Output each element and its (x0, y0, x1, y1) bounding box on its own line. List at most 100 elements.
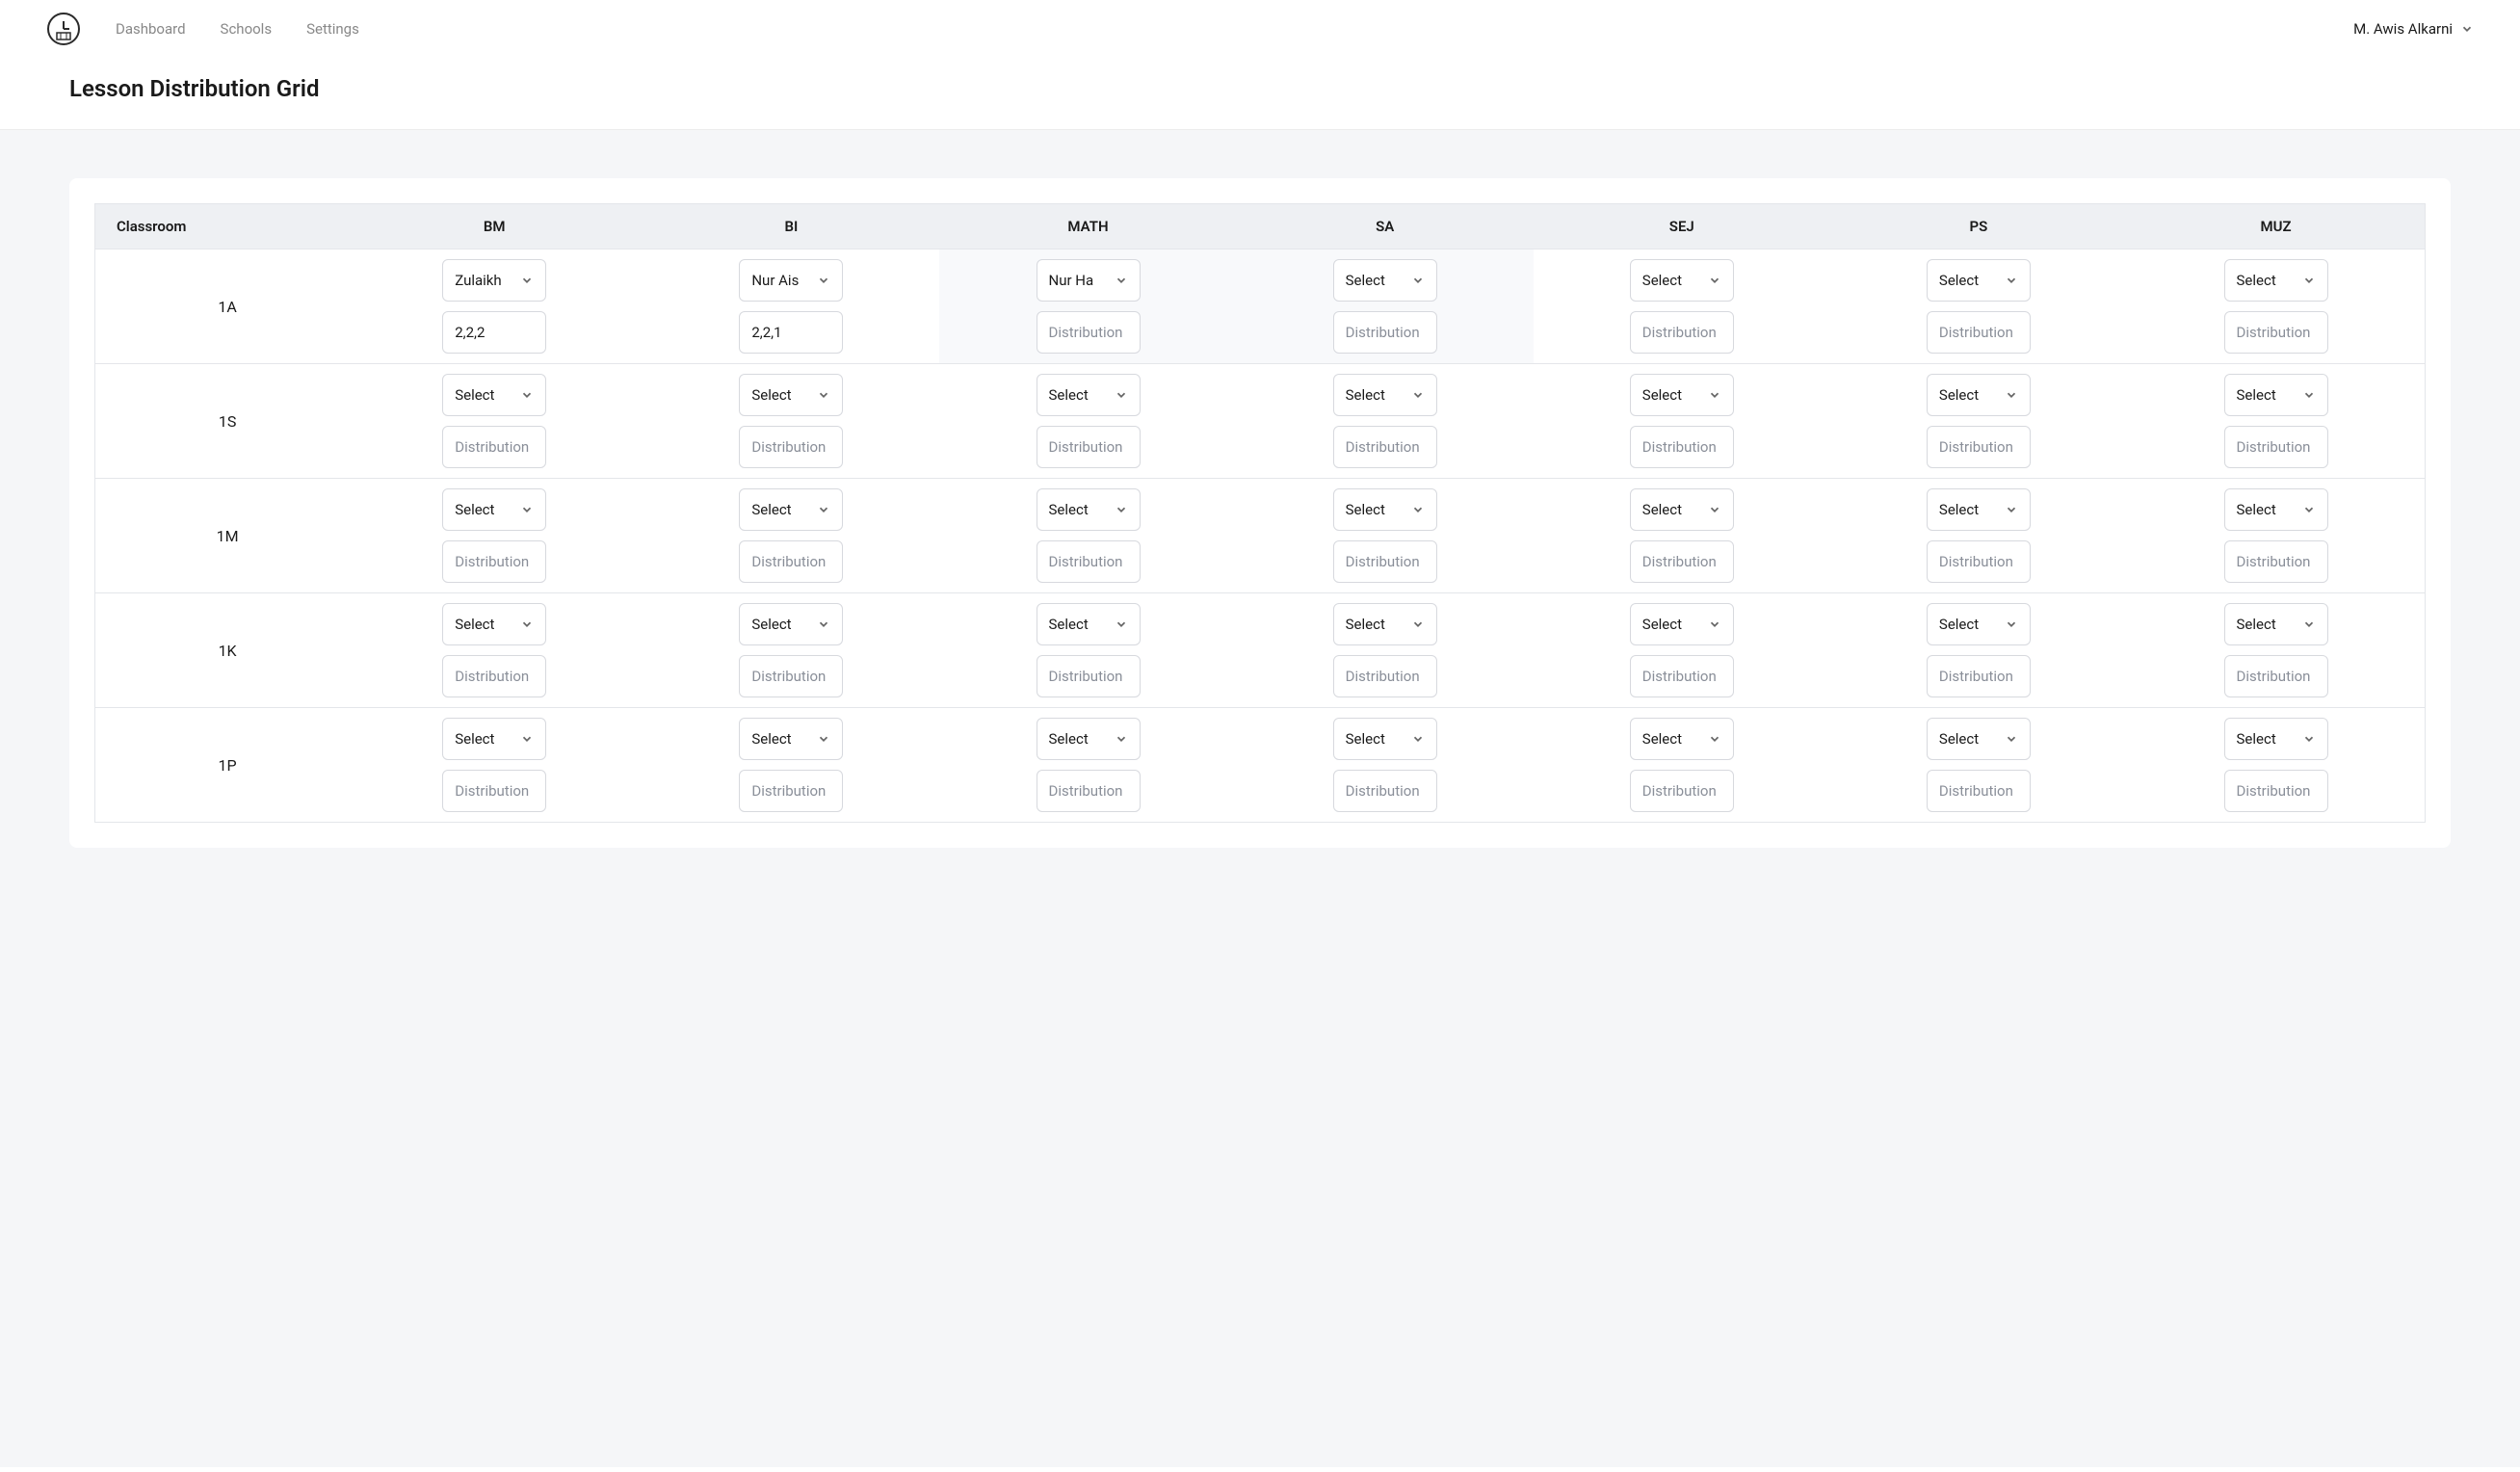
distribution-input[interactable] (1037, 540, 1141, 583)
grid-cell: Select (1237, 708, 1534, 823)
distribution-input[interactable] (2224, 426, 2328, 468)
distribution-input[interactable] (442, 540, 546, 583)
teacher-select[interactable]: Select (2224, 488, 2328, 531)
teacher-select[interactable]: Select (739, 718, 843, 760)
teacher-select[interactable]: Select (1630, 259, 1734, 302)
distribution-input[interactable] (2224, 770, 2328, 812)
teacher-select-label: Select (1642, 501, 1702, 518)
teacher-select[interactable]: Select (739, 603, 843, 645)
teacher-select[interactable]: Nur Ais (739, 259, 843, 302)
teacher-select[interactable]: Select (1927, 603, 2031, 645)
distribution-input[interactable] (739, 770, 843, 812)
distribution-input[interactable] (1037, 311, 1141, 354)
teacher-select[interactable]: Select (1630, 374, 1734, 416)
grid-cell: Select (1830, 593, 2127, 708)
distribution-input[interactable] (1333, 655, 1437, 697)
teacher-select[interactable]: Select (1927, 718, 2031, 760)
teacher-select[interactable]: Select (2224, 603, 2328, 645)
distribution-input[interactable] (739, 426, 843, 468)
distribution-input[interactable] (1927, 770, 2031, 812)
distribution-input[interactable] (1927, 655, 2031, 697)
teacher-select-label: Select (2237, 386, 2297, 404)
teacher-select[interactable]: Select (1927, 374, 2031, 416)
distribution-input[interactable] (442, 426, 546, 468)
teacher-select-label: Select (455, 616, 514, 633)
distribution-input[interactable] (1037, 426, 1141, 468)
teacher-select[interactable]: Select (739, 374, 843, 416)
teacher-select[interactable]: Select (2224, 374, 2328, 416)
distribution-input[interactable] (1333, 770, 1437, 812)
teacher-select[interactable]: Select (1927, 488, 2031, 531)
teacher-select[interactable]: Select (1037, 603, 1141, 645)
distribution-input[interactable] (1333, 426, 1437, 468)
teacher-select-label: Select (1939, 730, 1999, 748)
cell-stack: Select (1838, 718, 2119, 812)
teacher-select[interactable]: Nur Ha (1037, 259, 1141, 302)
teacher-select[interactable]: Select (2224, 259, 2328, 302)
nav-schools[interactable]: Schools (221, 20, 273, 38)
distribution-input[interactable] (739, 655, 843, 697)
user-menu[interactable]: M. Awis Alkarni (2353, 20, 2474, 38)
teacher-select[interactable]: Select (1333, 259, 1437, 302)
chevron-down-icon (2005, 274, 2018, 287)
distribution-input[interactable] (2224, 311, 2328, 354)
distribution-input[interactable] (2224, 655, 2328, 697)
distribution-input[interactable] (739, 311, 843, 354)
cell-stack: Select (1541, 374, 1823, 468)
nav-dashboard[interactable]: Dashboard (116, 20, 186, 38)
teacher-select[interactable]: Select (442, 603, 546, 645)
teacher-select[interactable]: Select (442, 488, 546, 531)
teacher-select[interactable]: Select (1037, 374, 1141, 416)
distribution-input[interactable] (442, 770, 546, 812)
chevron-down-icon (2005, 732, 2018, 746)
teacher-select-label: Select (2237, 616, 2297, 633)
teacher-select[interactable]: Select (1630, 488, 1734, 531)
distribution-input[interactable] (1333, 540, 1437, 583)
teacher-select[interactable]: Select (1333, 374, 1437, 416)
distribution-input[interactable] (1037, 655, 1141, 697)
teacher-select[interactable]: Select (1333, 488, 1437, 531)
distribution-input[interactable] (1037, 770, 1141, 812)
teacher-select[interactable]: Select (442, 374, 546, 416)
teacher-select[interactable]: Select (1037, 718, 1141, 760)
teacher-select[interactable]: Select (442, 718, 546, 760)
cell-stack: Select (354, 718, 635, 812)
distribution-input[interactable] (2224, 540, 2328, 583)
teacher-select[interactable]: Select (1333, 718, 1437, 760)
teacher-select[interactable]: Zulaikh (442, 259, 546, 302)
grid-row: 1PSelectSelectSelectSelectSelectSelectSe… (95, 708, 2426, 823)
teacher-select[interactable]: Select (1927, 259, 2031, 302)
grid-cell: Select (1237, 593, 1534, 708)
teacher-select-label: Select (1642, 616, 1702, 633)
chevron-down-icon (817, 388, 830, 402)
distribution-input[interactable] (1927, 426, 2031, 468)
distribution-input[interactable] (1630, 655, 1734, 697)
teacher-select[interactable]: Select (1630, 718, 1734, 760)
distribution-input[interactable] (442, 655, 546, 697)
nav-settings[interactable]: Settings (306, 20, 359, 38)
teacher-select-label: Select (2237, 730, 2297, 748)
distribution-input[interactable] (1630, 540, 1734, 583)
teacher-select[interactable]: Select (1333, 603, 1437, 645)
teacher-select[interactable]: Select (1630, 603, 1734, 645)
chevron-down-icon (2302, 388, 2316, 402)
app-logo[interactable] (46, 12, 81, 46)
distribution-input[interactable] (1630, 311, 1734, 354)
distribution-input[interactable] (1927, 311, 2031, 354)
grid-cell: Select (1830, 479, 2127, 593)
teacher-select[interactable]: Select (2224, 718, 2328, 760)
distribution-input[interactable] (1630, 770, 1734, 812)
distribution-input[interactable] (442, 311, 546, 354)
grid-card: ClassroomBMBIMATHSASEJPSMUZ 1AZulaikhNur… (69, 178, 2451, 848)
grid-cell: Select (1534, 708, 1830, 823)
grid-row: 1KSelectSelectSelectSelectSelectSelectSe… (95, 593, 2426, 708)
teacher-select[interactable]: Select (1037, 488, 1141, 531)
distribution-input[interactable] (1630, 426, 1734, 468)
teacher-select[interactable]: Select (739, 488, 843, 531)
distribution-input[interactable] (1333, 311, 1437, 354)
grid-cell: Select (1534, 250, 1830, 364)
chevron-down-icon (1115, 732, 1128, 746)
distribution-input[interactable] (1927, 540, 2031, 583)
distribution-input[interactable] (739, 540, 843, 583)
grid-row: 1AZulaikhNur AisNur HaSelectSelectSelect… (95, 250, 2426, 364)
